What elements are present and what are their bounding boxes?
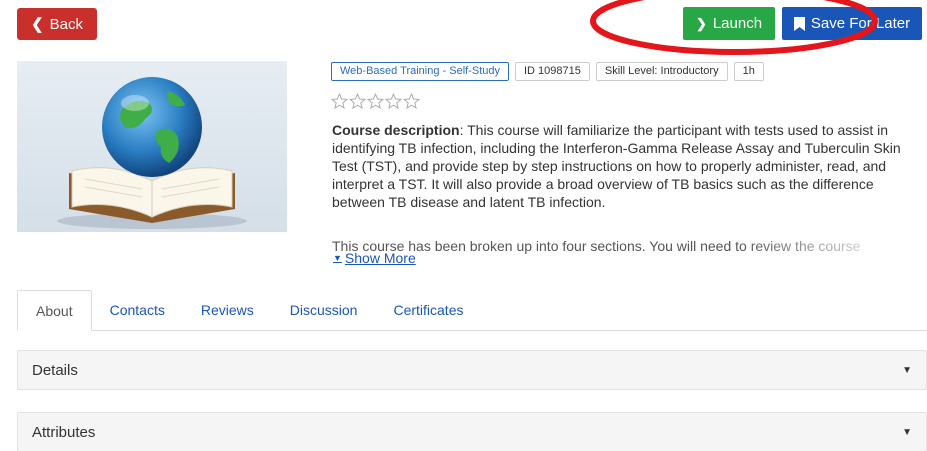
book-globe-illustration	[57, 77, 247, 229]
bookmark-icon	[793, 16, 805, 31]
caret-down-icon: ▼	[333, 253, 342, 263]
tab-about[interactable]: About	[17, 290, 92, 331]
back-button-label: Back	[49, 15, 83, 33]
chevron-left-icon: ❮	[31, 16, 44, 33]
description-heading: Course description	[332, 122, 460, 138]
star-outline-icon[interactable]	[403, 93, 420, 109]
tag-duration: 1h	[733, 62, 764, 81]
save-for-later-button[interactable]: Save For Later	[782, 7, 922, 40]
tab-contacts[interactable]: Contacts	[92, 290, 183, 330]
star-outline-icon[interactable]	[331, 93, 348, 109]
launch-button-label: Launch	[712, 15, 763, 32]
tab-discussion[interactable]: Discussion	[272, 290, 376, 330]
description-fade	[740, 237, 927, 255]
launch-button[interactable]: ❯ Launch	[683, 7, 775, 40]
details-panel[interactable]: Details ▼	[17, 350, 927, 390]
tag-delivery-type: Web-Based Training - Self-Study	[331, 62, 509, 81]
tab-certificates[interactable]: Certificates	[375, 290, 481, 330]
caret-down-icon: ▼	[902, 426, 912, 438]
chevron-right-icon: ❯	[695, 15, 707, 31]
caret-down-icon: ▼	[902, 364, 912, 376]
back-button[interactable]: ❮ Back	[17, 8, 97, 40]
star-outline-icon[interactable]	[385, 93, 402, 109]
tag-course-id: ID 1098715	[514, 62, 590, 81]
course-tags: Web-Based Training - Self-Study ID 10987…	[331, 62, 764, 81]
attributes-panel[interactable]: Attributes ▼	[17, 412, 927, 451]
tab-reviews[interactable]: Reviews	[183, 290, 272, 330]
course-description: Course description: This course will fam…	[332, 121, 922, 211]
show-more-label: Show More	[344, 250, 416, 266]
course-tabs: About Contacts Reviews Discussion Certif…	[17, 290, 927, 331]
course-image	[17, 61, 287, 232]
show-more-link[interactable]: ▼ Show More	[333, 250, 416, 266]
tag-skill-level: Skill Level: Introductory	[595, 62, 728, 81]
star-outline-icon[interactable]	[349, 93, 366, 109]
attributes-panel-title: Attributes	[32, 423, 96, 441]
save-button-label: Save For Later	[810, 15, 911, 32]
details-panel-title: Details	[32, 361, 78, 379]
star-rating[interactable]	[331, 93, 420, 109]
star-outline-icon[interactable]	[367, 93, 384, 109]
